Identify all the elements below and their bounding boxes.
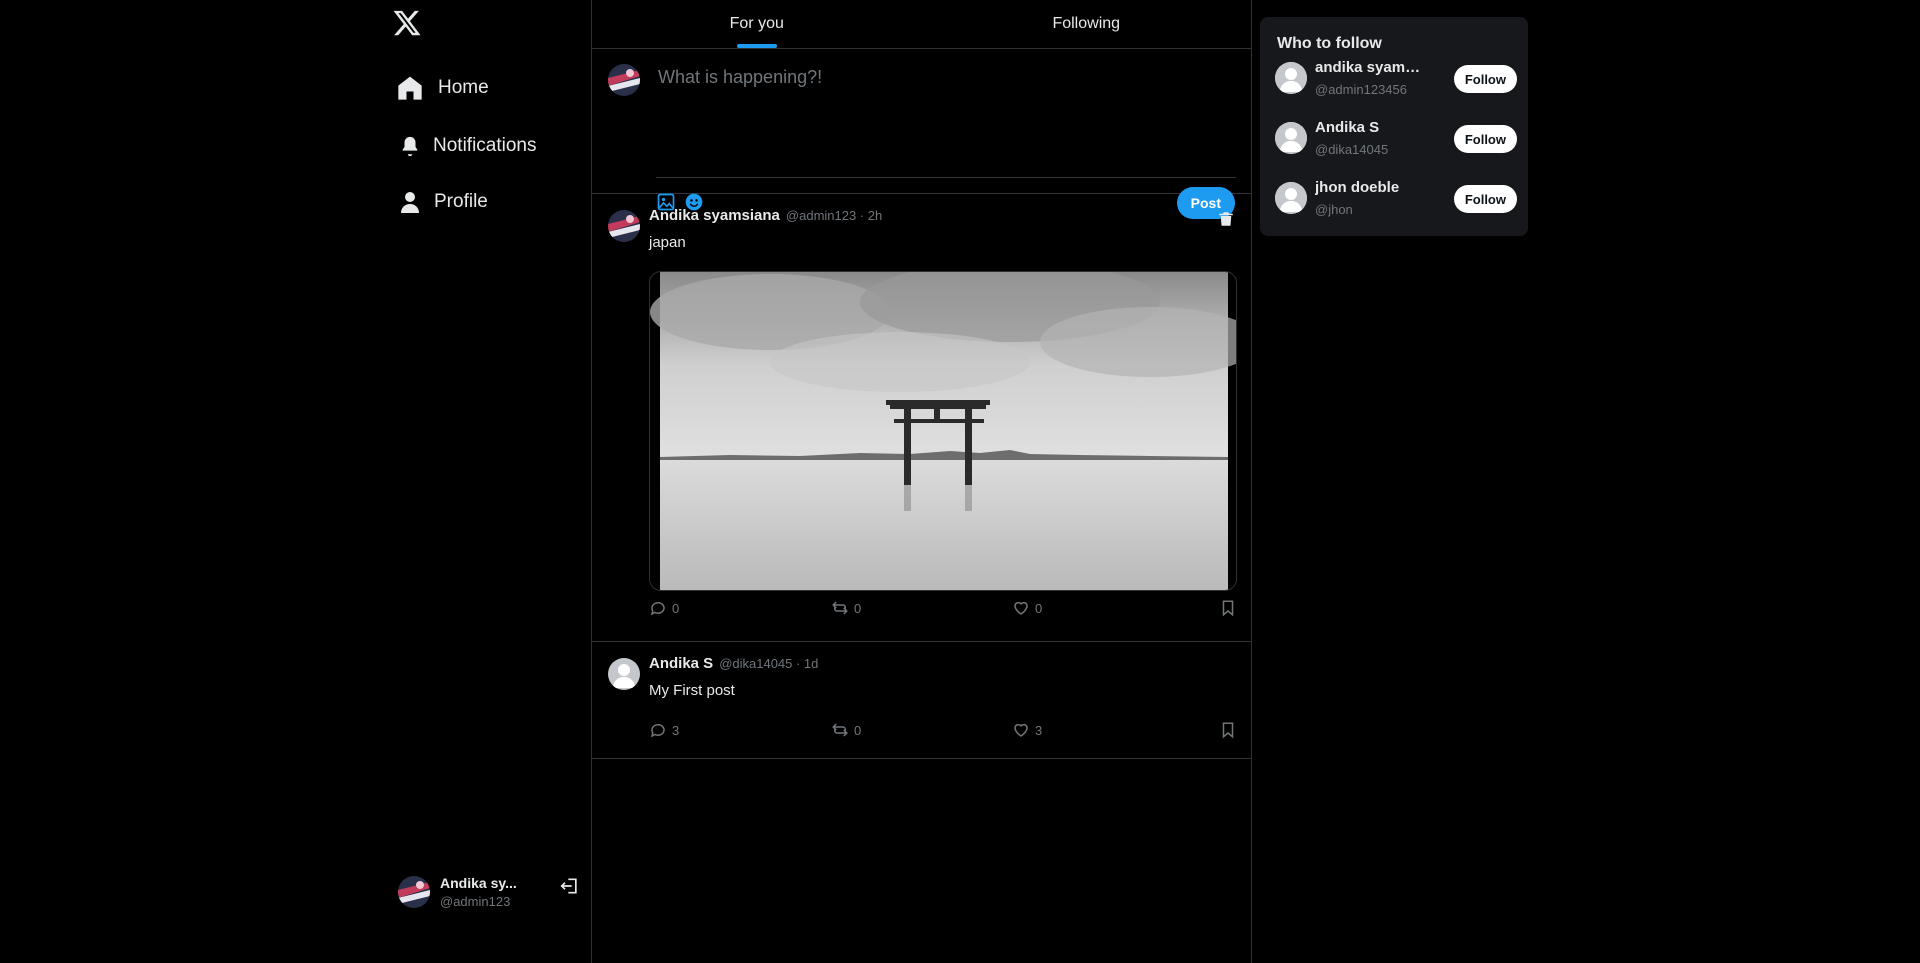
suggestion-handle: @jhon — [1315, 202, 1353, 217]
tab-following[interactable]: Following — [922, 0, 1252, 48]
repost-count: 0 — [854, 722, 862, 738]
tab-for-you[interactable]: For you — [592, 0, 922, 48]
default-avatar-icon — [1275, 62, 1307, 94]
post-header: Andika S @dika14045 · 1d — [649, 655, 818, 672]
repost-button[interactable]: 0 — [831, 721, 861, 739]
post-text: My First post — [649, 682, 735, 699]
who-to-follow-title: Who to follow — [1277, 35, 1382, 52]
nav-home-label: Home — [438, 77, 489, 98]
default-avatar-icon — [1275, 122, 1307, 154]
follow-suggestion[interactable]: Andika S @dika14045 Follow — [1275, 119, 1517, 159]
bell-icon — [402, 136, 418, 157]
reply-button[interactable]: 3 — [649, 721, 679, 739]
bookmark-button[interactable] — [1219, 599, 1237, 617]
reply-count: 0 — [672, 600, 680, 616]
compose-input[interactable] — [656, 66, 1236, 89]
account-text: Andika sy... @admin123 — [440, 875, 550, 909]
tab-for-you-label: For you — [729, 15, 784, 32]
follow-button[interactable]: Follow — [1453, 65, 1517, 93]
post-author[interactable]: Andika S — [649, 655, 713, 672]
active-tab-indicator — [736, 44, 777, 48]
account-name: Andika sy... — [440, 875, 517, 891]
nav-home[interactable]: Home — [390, 68, 495, 108]
logout-icon[interactable] — [560, 876, 580, 896]
reply-icon — [650, 601, 665, 616]
repost-icon — [832, 601, 848, 615]
avatar[interactable] — [608, 658, 640, 690]
left-sidebar: Home Notifications Profile Andika sy... … — [382, 0, 592, 963]
nav-profile[interactable]: Profile — [390, 182, 494, 222]
post-text: japan — [649, 234, 686, 251]
repost-count: 0 — [854, 600, 862, 616]
account-handle: @admin123 — [440, 894, 511, 909]
like-count: 0 — [1035, 600, 1043, 616]
nav-profile-label: Profile — [434, 191, 488, 212]
post-actions: 3 0 3 — [649, 720, 1237, 740]
repost-icon — [832, 723, 848, 737]
trash-icon[interactable] — [1217, 210, 1235, 228]
suggestion-name[interactable]: jhon doeble — [1315, 179, 1427, 196]
user-avatar-icon — [608, 210, 640, 242]
post-item[interactable]: Andika S @dika14045 · 1d My First post 3… — [592, 642, 1251, 759]
avatar[interactable] — [608, 210, 640, 242]
avatar — [608, 64, 640, 96]
follow-button[interactable]: Follow — [1453, 125, 1517, 153]
post-image[interactable] — [649, 271, 1237, 591]
post-author[interactable]: Andika syamsiana — [649, 207, 780, 224]
follow-suggestion[interactable]: jhon doeble @jhon Follow — [1275, 179, 1517, 219]
bookmark-icon — [1222, 722, 1234, 739]
user-avatar-icon — [608, 64, 640, 96]
post-item[interactable]: Andika syamsiana @admin123 · 2h japan 0 … — [592, 194, 1251, 642]
post-header: Andika syamsiana @admin123 · 2h — [649, 207, 882, 224]
tab-following-label: Following — [1052, 15, 1121, 32]
home-icon — [398, 76, 422, 100]
post-actions: 0 0 0 — [649, 598, 1237, 618]
reply-button[interactable]: 0 — [649, 599, 679, 617]
post-composer: Post — [592, 49, 1251, 219]
nav-notifications-label: Notifications — [433, 135, 537, 156]
main-timeline: For you Following What is happening?! Po… — [591, 0, 1252, 963]
timeline-tabs: For you Following — [592, 0, 1251, 49]
torii-gate-photo — [650, 272, 1236, 590]
suggestion-name[interactable]: andika syamsi... — [1315, 59, 1427, 76]
person-icon — [401, 192, 419, 213]
like-button[interactable]: 0 — [1012, 599, 1042, 617]
bookmark-icon — [1222, 600, 1234, 617]
like-count: 3 — [1035, 722, 1043, 738]
avatar[interactable] — [398, 876, 430, 908]
reply-icon — [650, 723, 665, 738]
user-avatar-icon — [398, 876, 430, 908]
nav-notifications[interactable]: Notifications — [390, 126, 543, 166]
repost-button[interactable]: 0 — [831, 599, 861, 617]
default-avatar-icon — [1275, 182, 1307, 214]
heart-icon — [1014, 723, 1028, 737]
suggestion-name[interactable]: Andika S — [1315, 119, 1427, 136]
default-avatar-icon — [608, 658, 640, 690]
account-switcher[interactable]: Andika sy... @admin123 — [398, 870, 584, 914]
heart-icon — [1014, 601, 1028, 615]
composer-divider — [656, 177, 1236, 178]
post-meta: @admin123 · 2h — [785, 208, 883, 223]
suggestion-handle: @dika14045 — [1315, 142, 1389, 157]
bookmark-button[interactable] — [1219, 721, 1237, 739]
reply-count: 3 — [672, 722, 680, 738]
x-logo-icon[interactable] — [392, 8, 422, 38]
post-meta: @dika14045 · 1d — [719, 656, 819, 671]
follow-button[interactable]: Follow — [1453, 185, 1517, 213]
follow-suggestion[interactable]: andika syamsi... @admin123456 Follow — [1275, 59, 1517, 99]
suggestion-handle: @admin123456 — [1315, 82, 1407, 97]
like-button[interactable]: 3 — [1012, 721, 1042, 739]
who-to-follow-card: Who to follow andika syamsi... @admin123… — [1260, 17, 1528, 236]
